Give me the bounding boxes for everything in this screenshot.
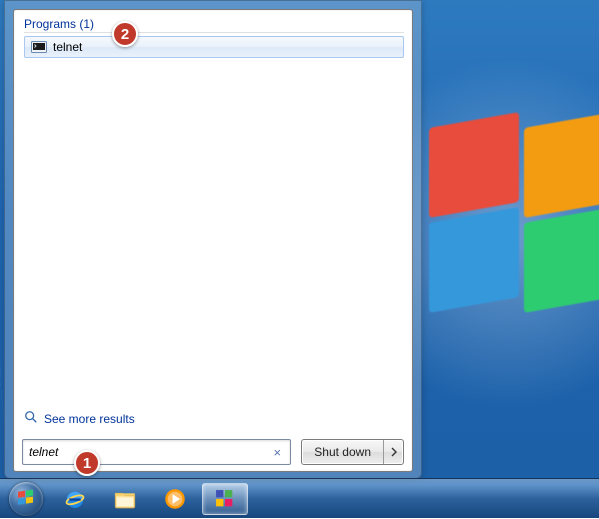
see-more-results-link[interactable]: See more results <box>14 406 412 431</box>
ie-icon <box>62 486 88 512</box>
taskbar-item-ie[interactable] <box>52 483 98 515</box>
clear-search-icon[interactable]: × <box>268 445 286 460</box>
shutdown-options-split-button[interactable] <box>383 440 403 464</box>
annotation-badge-2: 2 <box>112 21 138 47</box>
search-input[interactable] <box>29 445 268 459</box>
taskbar <box>0 478 599 518</box>
results-category-header: Programs (1) <box>24 14 404 33</box>
start-menu-inner: Programs (1) telnet See mor <box>13 9 413 472</box>
taskbar-item-explorer[interactable] <box>102 483 148 515</box>
search-box[interactable]: × <box>22 439 291 465</box>
search-result-telnet[interactable]: telnet <box>24 36 404 58</box>
search-result-label: telnet <box>53 40 82 54</box>
windows-flag-icon <box>16 489 36 509</box>
see-more-results-label: See more results <box>44 412 135 426</box>
search-results-area: Programs (1) telnet <box>14 10 412 406</box>
visual-studio-icon <box>212 486 238 512</box>
start-button[interactable] <box>4 479 48 519</box>
console-app-icon <box>31 39 47 55</box>
taskbar-item-wmp[interactable] <box>152 483 198 515</box>
shutdown-button-group: Shut down <box>301 439 404 465</box>
start-menu-panel: Programs (1) telnet See mor <box>4 0 422 479</box>
file-explorer-icon <box>112 486 138 512</box>
taskbar-item-vs[interactable] <box>202 483 248 515</box>
search-icon <box>24 410 38 427</box>
annotation-badge-1: 1 <box>74 450 100 476</box>
shutdown-button[interactable]: Shut down <box>302 440 383 464</box>
chevron-right-icon <box>390 447 398 457</box>
media-player-icon <box>162 486 188 512</box>
